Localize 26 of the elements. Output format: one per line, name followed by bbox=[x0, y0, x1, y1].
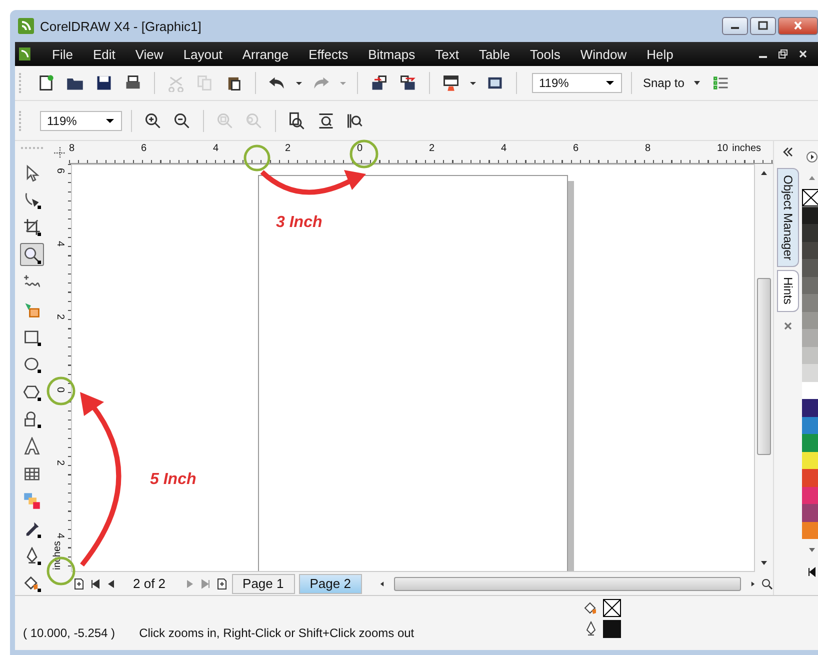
menu-item[interactable]: Tools bbox=[530, 46, 560, 62]
menu-item[interactable]: Table bbox=[478, 46, 510, 62]
annotation-label: 3 Inch bbox=[276, 214, 322, 232]
horizontal-ruler: 8 6 4 2 0 2 4 6 8 10 inches bbox=[69, 141, 773, 164]
page-count: 2 of 2 bbox=[133, 576, 166, 591]
menu-item[interactable]: Bitmaps bbox=[368, 46, 416, 62]
zoom-level-dropdown[interactable]: 119% bbox=[532, 73, 622, 93]
menu-item[interactable]: View bbox=[135, 46, 164, 62]
cursor-coordinates: ( 10.000, -5.254 ) bbox=[23, 626, 116, 640]
zoom-level-dropdown[interactable]: 119% bbox=[40, 110, 122, 130]
menu-item[interactable]: File bbox=[52, 46, 73, 62]
docker-tab[interactable]: Hints bbox=[777, 270, 799, 312]
menu-item[interactable]: Layout bbox=[183, 46, 222, 62]
snap-to-dropdown[interactable]: Snap to bbox=[641, 76, 704, 90]
menu-item[interactable]: Help bbox=[646, 46, 674, 62]
menu-item[interactable]: Edit bbox=[92, 46, 116, 62]
menu-item[interactable]: Text bbox=[435, 46, 459, 62]
window-title: CorelDRAW X4 - [Graphic1] bbox=[40, 18, 202, 34]
docker-tab[interactable]: Object Manager bbox=[777, 168, 799, 268]
status-message: Click zooms in, Right-Click or Shift+Click zooms out bbox=[139, 626, 414, 640]
menu-item[interactable]: Window bbox=[580, 46, 627, 62]
page-tab[interactable]: Page 1 bbox=[232, 574, 295, 594]
menu-item[interactable]: Arrange bbox=[242, 46, 289, 62]
page-tab[interactable]: Page 2 bbox=[298, 574, 362, 594]
menu-item[interactable]: Effects bbox=[308, 46, 348, 62]
annotation-label: 5 Inch bbox=[150, 471, 196, 489]
